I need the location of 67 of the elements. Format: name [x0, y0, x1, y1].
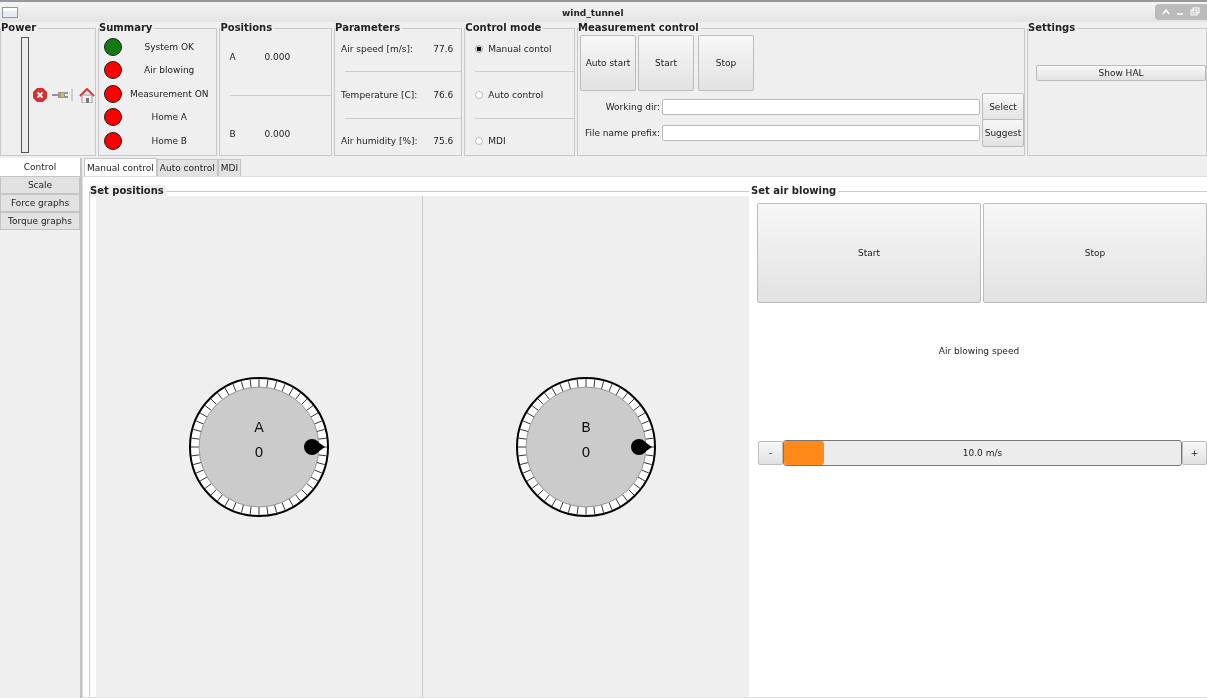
text-field[interactable] [662, 125, 980, 141]
group-title: Set air blowing [751, 185, 839, 197]
measurement-button[interactable]: Auto start [580, 35, 636, 91]
group-title: Measurement control [578, 22, 701, 34]
radio-button[interactable] [475, 44, 484, 53]
slider-thumb[interactable] [784, 441, 824, 465]
position-value: 0.000 [264, 51, 291, 62]
position-value: 0.000 [264, 128, 291, 139]
side-tab[interactable]: Torque graphs [0, 212, 80, 230]
speed-label: Air blowing speed [937, 346, 1021, 356]
field-label: Working dir: [604, 102, 660, 112]
dial-drawing[interactable] [516, 376, 656, 517]
dial-label: A [254, 418, 264, 435]
group-title: Set positions [90, 185, 166, 197]
tab[interactable]: MDI [217, 159, 242, 176]
group-title: Power [1, 22, 39, 34]
radio-button[interactable] [475, 91, 484, 99]
stop-icon[interactable] [33, 88, 47, 102]
group-title: Parameters [335, 22, 403, 34]
radio-button[interactable] [475, 137, 484, 146]
side-tab[interactable]: Force graphs [0, 194, 80, 212]
group-title: Positions [220, 22, 275, 34]
axis-label: B [229, 128, 237, 139]
status-label: Home B [150, 135, 189, 146]
show-hal-button[interactable]: Show HAL [1036, 65, 1206, 81]
air-button[interactable]: Start [757, 203, 981, 303]
air-button[interactable]: Stop [983, 203, 1207, 303]
text-field[interactable] [662, 99, 980, 115]
parameter-label: Temperature [C]: [341, 90, 418, 100]
dial-value: 0 [254, 443, 264, 460]
dial-value: 0 [581, 443, 591, 460]
increment-button[interactable]: + [1182, 441, 1207, 465]
radio-label: Manual contol [488, 43, 552, 54]
slider-reading: 10.0 m/s [962, 448, 1003, 458]
side-tab[interactable]: Scale [0, 176, 80, 194]
window-controls-icon[interactable] [1155, 4, 1207, 20]
decrement-button[interactable]: - [758, 441, 783, 465]
radio-label: MDI [488, 136, 506, 147]
field-button[interactable]: Suggest [982, 119, 1024, 147]
window-icon [2, 6, 18, 18]
window-title: wind_tunnel [562, 8, 624, 18]
parameter-value: 77.6 [433, 43, 454, 54]
tab[interactable]: Manual control [84, 158, 157, 176]
axis-label: A [229, 51, 237, 62]
radio-label: Auto control [488, 90, 544, 100]
status-label: Home A [150, 112, 189, 123]
parameter-value: 76.6 [433, 90, 454, 100]
plug-icon[interactable] [52, 88, 74, 102]
status-label: System OK [143, 41, 195, 52]
group-title: Summary [99, 22, 155, 34]
tab[interactable]: Auto control [156, 159, 218, 176]
field-button[interactable]: Select [982, 93, 1024, 121]
home-icon[interactable] [79, 87, 95, 103]
field-label: File name prefix: [583, 128, 660, 138]
dial-drawing[interactable] [189, 376, 329, 517]
measurement-button[interactable]: Stop [698, 35, 754, 91]
parameter-value: 75.6 [433, 136, 454, 147]
status-label: Measurement ON [129, 88, 210, 99]
dial-label: B [581, 418, 591, 435]
status-label: Air blowing [143, 65, 196, 76]
slider-track[interactable]: 10.0 m/s [783, 440, 1182, 466]
parameter-label: Air speed [m/s]: [341, 43, 413, 54]
measurement-button[interactable]: Start [638, 35, 694, 91]
group-title: Settings [1028, 22, 1078, 34]
side-tab[interactable]: Control [0, 158, 80, 176]
group-title: Control mode [465, 22, 544, 34]
parameter-label: Air humidity [%]: [341, 136, 418, 147]
